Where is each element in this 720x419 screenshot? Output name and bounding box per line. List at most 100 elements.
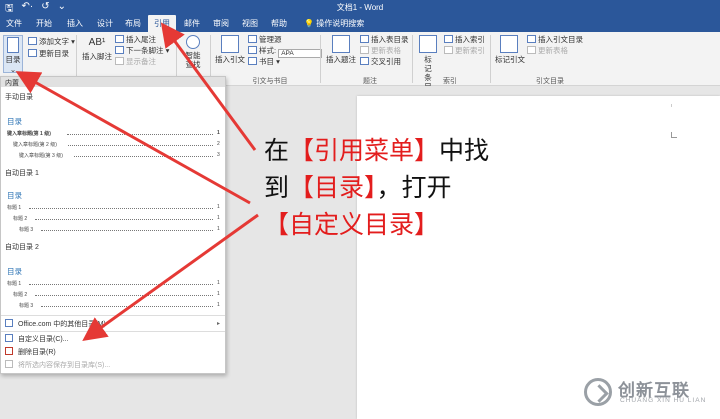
update-table-button[interactable]: 更新表格 <box>360 46 401 56</box>
caption-icon <box>332 35 350 53</box>
tell-me-search[interactable]: 💡 操作说明搜索 <box>304 18 364 29</box>
bibliography-label: 书目 ▾ <box>259 57 280 66</box>
tab-home[interactable]: 开始 <box>36 18 52 29</box>
update-index-icon <box>444 46 453 54</box>
insert-citation-label: 插入引文 <box>215 55 245 64</box>
submenu-arrow-icon: ▸ <box>217 321 221 327</box>
tab-references[interactable]: 引用 <box>148 15 176 32</box>
tell-me-label: 操作说明搜索 <box>316 19 365 28</box>
smart-lookup-button[interactable]: 智能查找 <box>180 35 206 70</box>
update-authorities-button[interactable]: 更新表格 <box>527 46 568 56</box>
toc-preview-line: 标题 11 <box>7 280 220 287</box>
insert-index-label: 插入索引 <box>455 35 485 44</box>
tab-file[interactable]: 文件 <box>6 18 22 29</box>
group-label-captions: 题注 <box>363 78 377 85</box>
toc-preview-title: 目录 <box>7 117 22 126</box>
update-table-icon <box>360 46 369 54</box>
style-icon <box>248 46 257 54</box>
custom-toc-label: 自定义目录(C)... <box>18 336 69 343</box>
tab-view[interactable]: 视图 <box>242 18 258 29</box>
auto-toc-1-option[interactable]: 目录 标题 11 标题 21 标题 31 <box>1 179 225 239</box>
insert-caption-button[interactable]: 插入题注 <box>326 35 356 65</box>
remove-toc-icon <box>5 347 13 355</box>
toc-preview-line: 标题 21 <box>13 291 220 298</box>
manage-sources-label: 管理源 <box>259 35 282 44</box>
update-index-label: 更新索引 <box>455 46 485 55</box>
toc-preview-line: 标题 31 <box>19 302 220 309</box>
toc-button[interactable]: 目录 ⌄ <box>3 35 23 74</box>
margin-mark <box>671 104 672 107</box>
insert-footnote-button[interactable]: AB¹ 插入脚注 <box>82 38 112 62</box>
lightbulb-icon: 💡 <box>304 19 314 28</box>
citation-icon <box>221 35 239 53</box>
add-text-label: 添加文字 ▾ <box>39 37 75 46</box>
custom-toc-item[interactable]: 自定义目录(C)... <box>5 334 69 344</box>
tab-help[interactable]: 帮助 <box>271 18 287 29</box>
divider <box>490 35 491 83</box>
add-text-button[interactable]: 添加文字 ▾ <box>28 37 75 47</box>
cross-reference-button[interactable]: 交叉引用 <box>360 57 401 67</box>
toc-preview-line: 键入章标题(第 3 级) 3 <box>19 152 220 159</box>
insert-endnote-label: 插入尾注 <box>126 35 156 44</box>
bibliography-icon <box>248 57 257 65</box>
toc-preview-line: 标题 11 <box>7 204 220 211</box>
toc-preview-line: 标题 21 <box>13 215 220 222</box>
table-of-authorities-icon <box>527 35 536 43</box>
save-selection-label: 将所选内容保存到目录库(S)... <box>18 362 111 369</box>
table-of-figures-icon <box>360 35 369 43</box>
office-more-tocs-item[interactable]: Office.com 中的其他目录(M) <box>5 319 106 329</box>
tab-layout[interactable]: 布局 <box>125 18 141 29</box>
mark-citation-label: 标记引文 <box>495 55 525 64</box>
toc-preview-title: 目录 <box>7 191 22 200</box>
divider <box>320 35 321 83</box>
toc-icon <box>7 37 19 53</box>
insert-index-icon <box>444 35 453 43</box>
tab-mailings[interactable]: 邮件 <box>184 18 200 29</box>
next-footnote-button[interactable]: 下一条脚注 ▾ <box>115 46 169 56</box>
toc-preview-line: 键入章标题(第 1 级) 1 <box>7 130 220 137</box>
style-label: 样式: <box>259 46 277 55</box>
tab-review[interactable]: 审阅 <box>213 18 229 29</box>
annotation-line-3: 【自定义目录】 <box>264 210 440 239</box>
remove-toc-item[interactable]: 删除目录(R) <box>5 347 56 357</box>
divider <box>1 315 225 316</box>
insert-index-button[interactable]: 插入索引 <box>444 35 485 45</box>
show-notes-icon <box>115 57 124 65</box>
save-selection-to-gallery-item[interactable]: 将所选内容保存到目录库(S)... <box>5 360 110 370</box>
manage-sources-icon <box>248 35 257 43</box>
update-index-button[interactable]: 更新索引 <box>444 46 485 56</box>
insert-table-of-authorities-button[interactable]: 插入引文目录 <box>527 35 583 45</box>
insert-endnote-button[interactable]: 插入尾注 <box>115 35 156 45</box>
bibliography-button[interactable]: 书目 ▾ <box>248 57 280 67</box>
auto-toc-2-option[interactable]: 目录 标题 11 标题 21 标题 31 <box>1 253 225 313</box>
annotation-line-2: 到【目录】，打开 <box>264 173 452 202</box>
manual-toc-option[interactable]: 目录 键入章标题(第 1 级) 1 键入章标题(第 2 级) 2 键入章标题(第 3… <box>1 103 225 163</box>
divider <box>412 35 413 83</box>
smart-lookup-label: 智能查找 <box>185 51 201 69</box>
ribbon-tabs: 文件 开始 插入 设计 布局 引用 邮件 审阅 视图 帮助 💡 操作说明搜索 <box>0 15 720 32</box>
insert-table-of-authorities-label: 插入引文目录 <box>538 35 583 44</box>
watermark: 创新互联 CHUANG XIN HU LIAN <box>580 372 720 419</box>
add-text-icon <box>28 37 37 45</box>
auto-toc-1-label: 自动目录 1 <box>5 170 39 177</box>
style-dropdown[interactable]: APA <box>278 49 323 58</box>
mark-citation-button[interactable]: 标记引文 <box>495 35 525 65</box>
insert-citation-button[interactable]: 插入引文 <box>215 35 245 65</box>
update-icon <box>28 49 37 57</box>
tab-insert[interactable]: 插入 <box>67 18 83 29</box>
group-label-index: 索引 <box>443 78 457 85</box>
toc-preview-title: 目录 <box>7 267 22 276</box>
tab-design[interactable]: 设计 <box>97 18 113 29</box>
divider <box>1 331 225 332</box>
office-icon <box>5 319 13 327</box>
annotation-line-1: 在【引用菜单】中找 <box>264 136 490 165</box>
update-toc-button[interactable]: 更新目录 <box>28 49 69 59</box>
footnote-icon: AB¹ <box>88 37 106 48</box>
title-bar: 🖫 ↶· ↺ ⌄ 文档1 - Word <box>0 0 720 15</box>
toc-label: 目录 <box>5 55 21 64</box>
manage-sources-button[interactable]: 管理源 <box>248 35 282 45</box>
show-notes-button[interactable]: 显示备注 <box>115 57 156 67</box>
chevron-down-icon: ⌄ <box>9 65 17 74</box>
insert-footnote-label: 插入脚注 <box>82 52 112 61</box>
insert-table-of-figures-button[interactable]: 插入表目录 <box>360 35 409 45</box>
